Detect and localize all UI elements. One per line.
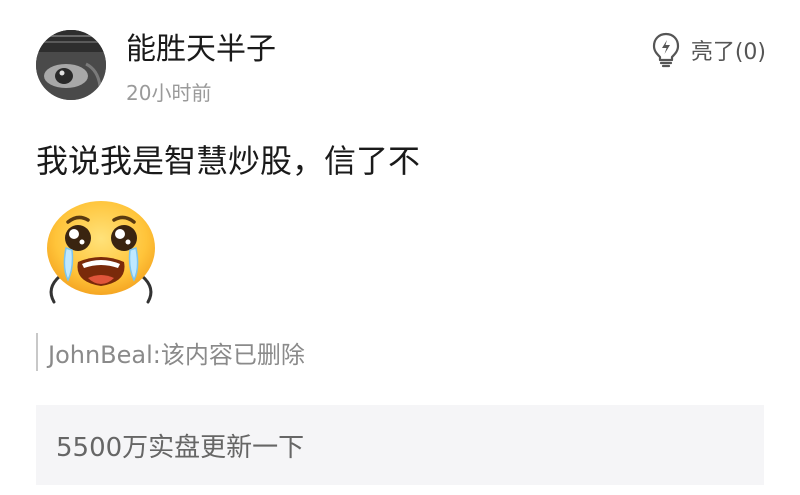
post-timestamp: 20小时前	[126, 81, 212, 105]
like-button[interactable]: 亮了(0)	[651, 30, 766, 70]
quoted-reply[interactable]: JohnBeal:该内容已删除	[36, 333, 305, 371]
sub-reply-box[interactable]: 5500万实盘更新一下	[36, 405, 764, 485]
avatar-image	[36, 30, 106, 100]
lightbulb-icon	[652, 32, 679, 68]
like-count-label: 亮了(0)	[690, 40, 766, 65]
sub-reply-text: 5500万实盘更新一下	[56, 432, 305, 463]
author-name[interactable]: 能胜天半子	[126, 28, 276, 72]
comment-card: 能胜天半子 20小时前 亮了(0) 我说我是智慧炒股，信了不 JohnBeal:…	[0, 0, 800, 495]
crying-face-emoji	[42, 198, 160, 318]
comment-text: 我说我是智慧炒股，信了不	[36, 142, 421, 180]
avatar[interactable]	[36, 30, 106, 100]
